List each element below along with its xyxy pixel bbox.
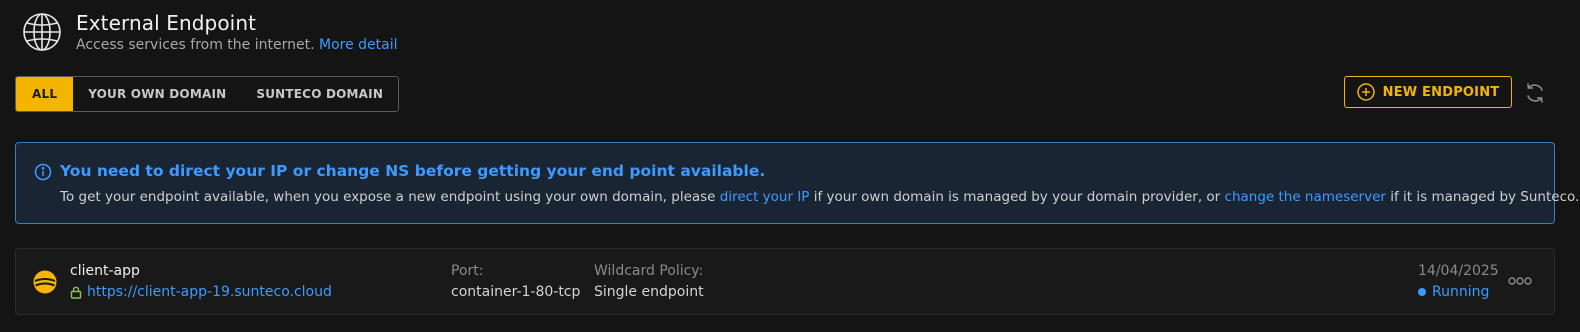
ns-warning-alert: You need to direct your IP or change NS … [15, 142, 1579, 224]
alert-body-text-3: if it is managed by Sunteco. [1385, 189, 1580, 205]
tab-all[interactable]: ALL [16, 77, 74, 111]
info-icon [34, 163, 52, 181]
endpoint-url-link[interactable]: https://client-app-19.sunteco.cloud [87, 284, 332, 300]
tab-your-own-domain[interactable]: YOUR OWN DOMAIN [73, 77, 241, 111]
port-label: Port: [451, 263, 484, 279]
plus-circle-icon [1356, 83, 1375, 101]
change-nameserver-link[interactable]: change the nameserver [1225, 189, 1386, 205]
alert-body: To get your endpoint available, when you… [60, 189, 1579, 205]
status-dot [1418, 288, 1426, 296]
more-options-icon[interactable] [1507, 272, 1533, 290]
endpoint-card[interactable]: client-app https://client-app-19.sunteco… [15, 248, 1555, 315]
page-header: External Endpoint Access services from t… [22, 11, 398, 54]
alert-title: You need to direct your IP or change NS … [60, 162, 766, 180]
new-endpoint-button[interactable]: NEW ENDPOINT [1344, 76, 1512, 108]
endpoint-date: 14/04/2025 [1418, 263, 1499, 279]
page-subtitle: Access services from the internet. More … [76, 36, 398, 54]
alert-body-text-1: To get your endpoint available, when you… [60, 189, 720, 205]
endpoint-url-row: https://client-app-19.sunteco.cloud [70, 284, 332, 300]
lock-icon [70, 286, 82, 299]
alert-body-text-2: if your own domain is managed by your do… [809, 189, 1225, 205]
subtitle-text: Access services from the internet. [76, 37, 315, 53]
app-logo-icon [33, 270, 57, 294]
wildcard-policy-label: Wildcard Policy: [594, 263, 704, 279]
tab-sunteco-domain[interactable]: SUNTECO DOMAIN [241, 77, 398, 111]
external-endpoint-page: External Endpoint Access services from t… [0, 0, 1580, 332]
status-badge: Running [1418, 284, 1489, 300]
header-text: External Endpoint Access services from t… [76, 11, 398, 54]
domain-filter-tabs: ALL YOUR OWN DOMAIN SUNTECO DOMAIN [15, 76, 400, 112]
page-title: External Endpoint [76, 11, 257, 35]
globe-icon [23, 13, 61, 51]
new-endpoint-label: NEW ENDPOINT [1382, 84, 1500, 100]
refresh-icon[interactable] [1523, 81, 1547, 105]
more-detail-link[interactable]: More detail [319, 37, 398, 53]
endpoint-name: client-app [70, 263, 140, 279]
status-text: Running [1432, 284, 1490, 300]
port-value: container-1-80-tcp [451, 284, 581, 300]
direct-ip-link[interactable]: direct your IP [720, 189, 810, 205]
wildcard-policy-value: Single endpoint [594, 284, 704, 300]
